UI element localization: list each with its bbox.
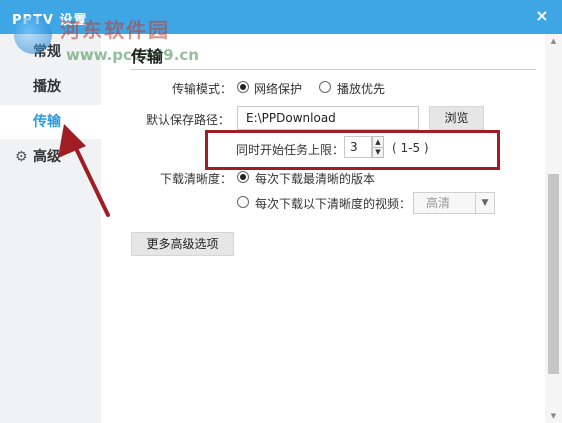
sidebar-item-playback[interactable]: 播放 bbox=[0, 70, 101, 104]
radio-best-quality-label: 每次下载最清晰的版本 bbox=[255, 172, 376, 186]
radio-network-protect-label: 网络保护 bbox=[254, 82, 303, 96]
main-panel: 传输 传输模式： 网络保护 播放优先 默认保存路径： E:\PPDownload… bbox=[101, 34, 545, 423]
save-path-input[interactable]: E:\PPDownload bbox=[237, 106, 419, 130]
radio-playback-priority-label: 播放优先 bbox=[337, 82, 386, 96]
chevron-up-icon[interactable]: ▲ bbox=[545, 34, 562, 48]
section-title: 传输 bbox=[131, 47, 164, 66]
quality-label: 下载清晰度： bbox=[160, 172, 233, 186]
scrollbar[interactable]: ▲ ▼ bbox=[545, 34, 562, 423]
transfer-mode-label: 传输模式： bbox=[172, 82, 233, 96]
sidebar-item-advanced[interactable]: ⚙ 高级 bbox=[0, 140, 101, 174]
chevron-down-icon[interactable]: ▼ bbox=[545, 409, 562, 423]
chevron-down-icon: ▼ bbox=[475, 193, 494, 213]
radio-playback-priority[interactable] bbox=[319, 81, 331, 93]
section-divider bbox=[131, 69, 536, 70]
close-icon[interactable]: × bbox=[532, 6, 552, 26]
quality-select[interactable]: 高清 ▼ bbox=[413, 192, 495, 214]
scrollbar-thumb[interactable] bbox=[548, 174, 559, 374]
radio-best-quality[interactable] bbox=[237, 171, 249, 183]
sidebar-item-transfer[interactable]: 传输 bbox=[0, 105, 101, 139]
save-path-label: 默认保存路径： bbox=[146, 113, 231, 127]
sidebar: 常规 播放 传输 ⚙ 高级 bbox=[0, 34, 101, 423]
radio-specific-quality[interactable] bbox=[237, 196, 249, 208]
sidebar-item-label: 播放 bbox=[33, 79, 61, 95]
radio-network-protect[interactable] bbox=[237, 81, 249, 93]
more-advanced-button[interactable]: 更多高级选项 bbox=[131, 232, 234, 256]
radio-specific-quality-label: 每次下载以下清晰度的视频： bbox=[255, 197, 412, 211]
highlight-annotation-box bbox=[205, 130, 500, 170]
sidebar-item-label: 传输 bbox=[33, 114, 61, 130]
watermark-logo bbox=[14, 16, 52, 54]
quality-select-value: 高清 bbox=[426, 196, 451, 210]
browse-button[interactable]: 浏览 bbox=[429, 106, 484, 130]
gear-icon: ⚙ bbox=[15, 149, 28, 165]
sidebar-item-label: 高级 bbox=[33, 149, 61, 165]
